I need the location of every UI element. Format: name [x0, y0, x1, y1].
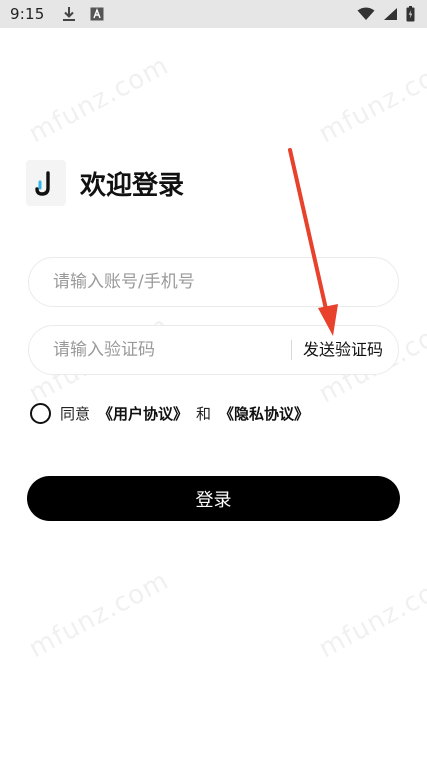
account-input[interactable] — [53, 258, 383, 306]
user-agreement-link[interactable]: 《用户协议》 — [98, 403, 188, 424]
send-code-button[interactable]: 发送验证码 — [303, 326, 383, 374]
battery-charging-icon — [406, 6, 415, 22]
watermark: mfunz.com — [313, 565, 427, 665]
download-icon — [63, 7, 76, 21]
divider — [291, 340, 292, 360]
login-button[interactable]: 登录 — [27, 476, 400, 521]
account-field — [28, 257, 399, 307]
signal-icon — [384, 8, 397, 20]
status-bar: 9:15 — [0, 0, 427, 28]
header: 欢迎登录 — [26, 160, 184, 206]
agreement-row: 同意 《用户协议》 和 《隐私协议》 — [30, 403, 309, 424]
watermark: mfunz.com — [23, 50, 174, 150]
status-time: 9:15 — [10, 5, 45, 23]
status-left-icons — [62, 6, 104, 22]
privacy-policy-link[interactable]: 《隐私协议》 — [219, 403, 309, 424]
page-title: 欢迎登录 — [80, 170, 185, 201]
agree-checkbox[interactable] — [30, 403, 51, 424]
annotation-arrow — [288, 148, 338, 336]
j-logo-icon — [35, 171, 50, 196]
app-logo — [26, 160, 66, 206]
watermark: mfunz.com — [313, 50, 427, 150]
wifi-icon — [357, 7, 375, 20]
agree-label: 同意 — [60, 405, 91, 423]
watermark: mfunz.com — [23, 565, 174, 665]
font-a-icon — [90, 7, 104, 21]
status-right-icons — [357, 6, 415, 22]
verification-code-field: 发送验证码 — [28, 325, 399, 375]
and-label: 和 — [196, 405, 212, 423]
verification-code-input[interactable] — [53, 326, 293, 374]
